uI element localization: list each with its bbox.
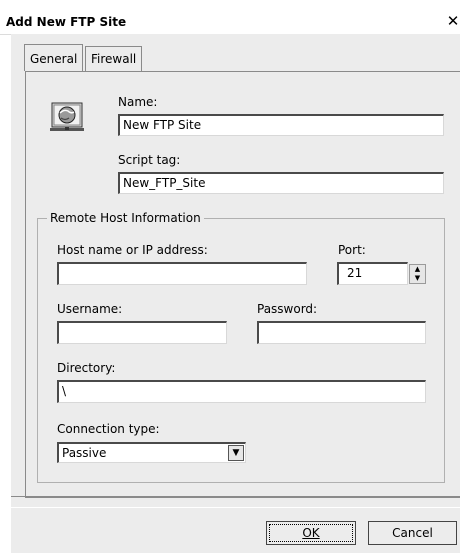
directory-field[interactable]: \ [57, 380, 426, 403]
close-icon[interactable]: ✕ [446, 12, 460, 30]
cancel-button-label: Cancel [392, 526, 433, 540]
cancel-button[interactable]: Cancel [368, 521, 457, 545]
name-field[interactable]: New FTP Site [118, 114, 444, 136]
dialog-title: Add New FTP Site [6, 15, 127, 29]
script-tag-label: Script tag: [118, 153, 181, 167]
ok-button-label: OK [302, 526, 320, 540]
remote-host-legend: Remote Host Information [47, 211, 204, 225]
connection-type-select[interactable]: Passive ▼ [57, 442, 246, 463]
connection-type-label: Connection type: [57, 422, 160, 436]
dialog-window: Add New FTP Site ✕ General Firewall Name… [0, 0, 460, 553]
script-tag-field[interactable]: New_FTP_Site [118, 172, 444, 194]
username-field[interactable] [57, 321, 227, 344]
name-label: Name: [118, 95, 158, 109]
title-bar: Add New FTP Site ✕ [0, 0, 460, 35]
ok-button[interactable]: OK [266, 521, 356, 545]
username-label: Username: [57, 302, 123, 316]
port-field[interactable]: 21 [337, 262, 408, 285]
ftp-site-icon [50, 102, 84, 131]
password-field[interactable] [257, 321, 426, 344]
port-label: Port: [338, 243, 366, 257]
host-label: Host name or IP address: [57, 243, 208, 257]
spin-down-icon[interactable]: ▼ [410, 274, 425, 283]
chevron-down-icon[interactable]: ▼ [228, 445, 244, 461]
divider [11, 507, 460, 508]
port-spinner[interactable]: ▲ ▼ [409, 264, 426, 284]
spin-up-icon[interactable]: ▲ [410, 265, 425, 274]
tab-firewall[interactable]: Firewall [85, 46, 143, 71]
tab-general[interactable]: General [24, 44, 84, 71]
host-field[interactable] [57, 262, 307, 285]
connection-type-value: Passive [62, 446, 107, 460]
password-label: Password: [257, 302, 318, 316]
divider [11, 496, 460, 497]
directory-label: Directory: [57, 361, 116, 375]
